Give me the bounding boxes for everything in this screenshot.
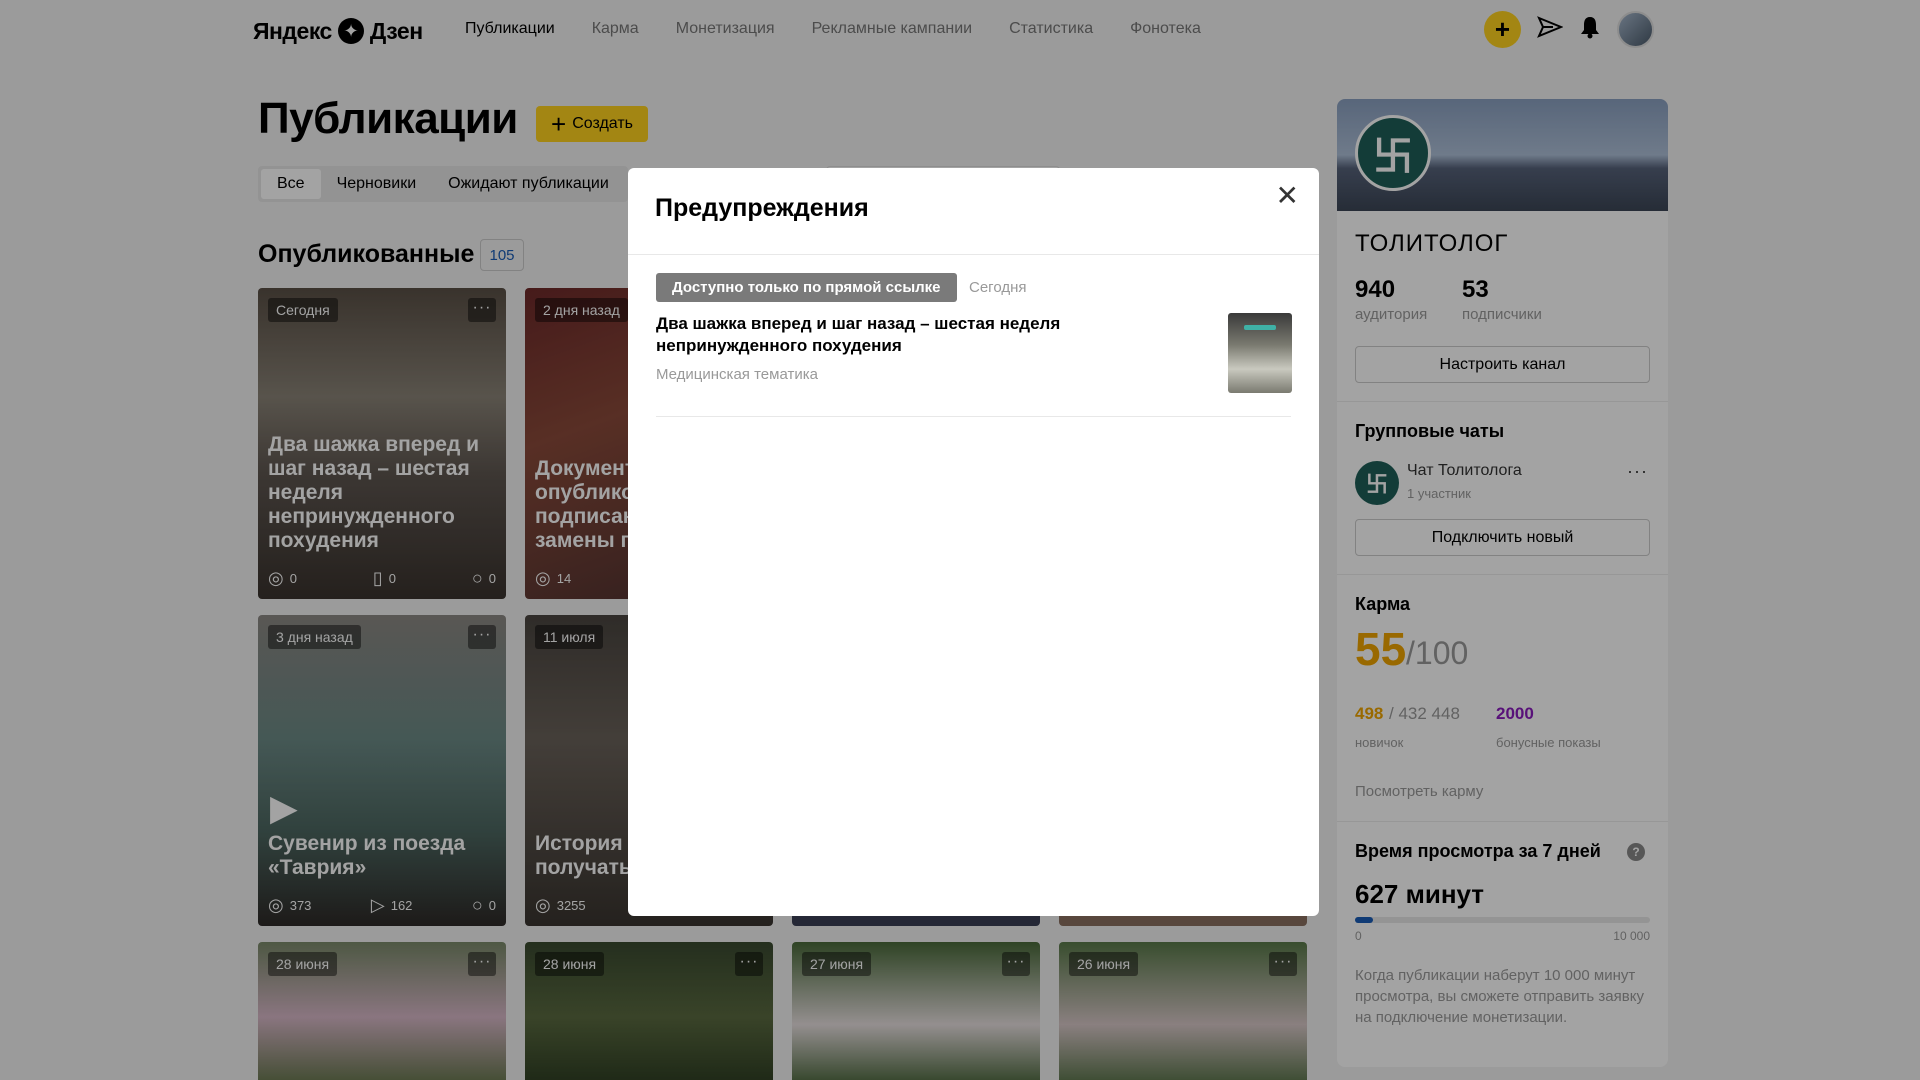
status-badge: Доступно только по прямой ссылке [656,273,957,302]
warning-date: Сегодня [969,279,1027,296]
close-icon[interactable]: ✕ [1276,182,1299,210]
divider [656,416,1291,417]
warning-post-title[interactable]: Два шажка вперед и шаг назад – шестая не… [656,313,1126,357]
warning-post-subtitle: Медицинская тематика [656,366,818,383]
divider [628,254,1319,255]
modal-title: Предупреждения [655,194,869,222]
warnings-modal: Предупреждения ✕ Доступно только по прям… [628,168,1319,916]
post-thumbnail[interactable] [1228,313,1292,393]
